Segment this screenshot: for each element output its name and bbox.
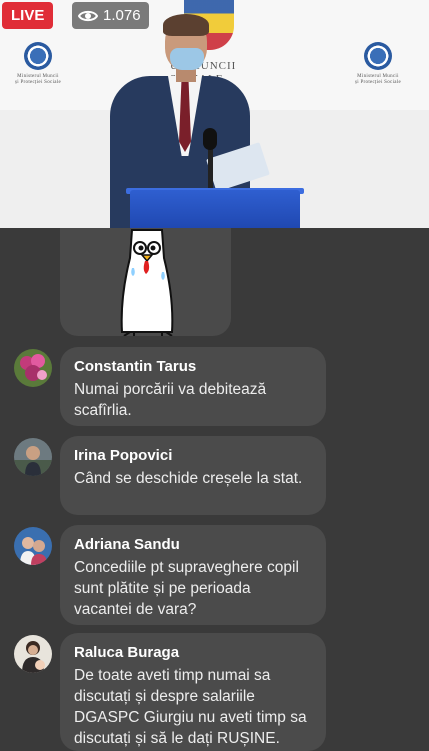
ministry-logo-left: Ministerul Muncii și Protecției Sociale [0,42,98,86]
chicken-sticker-icon [120,229,174,337]
viewer-count-badge: 1.076 [72,2,149,29]
commenter-name[interactable]: Irina Popovici [74,446,312,466]
ministry-seal-icon [364,42,392,70]
comment-text: Concediile pt supraveghere copil sunt pl… [74,559,299,618]
face-mask [170,48,204,70]
ministry-logo-left-text: Ministerul Muncii și Protecției Sociale [14,74,61,85]
comment-text: Când se deschide creșele la stat. [74,470,303,487]
avatar[interactable] [14,635,52,673]
commenter-name[interactable]: Adriana Sandu [74,535,312,555]
commenter-name[interactable]: Raluca Buraga [74,643,312,663]
comment-bubble[interactable]: Raluca Buraga De toate aveti timp numai … [60,633,326,751]
comment-bubble[interactable]: Adriana Sandu Concediile pt supraveghere… [60,525,326,625]
comment-bubble[interactable]: Constantin Tarus Numai porcării va debit… [60,347,326,426]
viewer-count: 1.076 [103,7,141,24]
avatar[interactable] [14,527,52,565]
ministry-logo-right-text: Ministerul Muncii și Protecției Sociale [354,74,401,85]
live-video[interactable]: Ministerul Muncii și Protecției Sociale … [0,0,429,228]
eye-icon [78,10,98,21]
ministry-logo-right: Ministerul Muncii și Protecției Sociale [318,42,429,86]
avatar[interactable] [14,438,52,476]
comment-bubble[interactable]: Irina Popovici Când se deschide creșele … [60,436,326,515]
podium [130,190,300,228]
avatar[interactable] [14,349,52,387]
comment-text: Numai porcării va debitează scafîrlia. [74,381,267,419]
live-chat[interactable]: Constantin Tarus Numai porcării va debit… [0,228,429,751]
ministry-seal-icon [24,42,52,70]
comment-text: De toate aveti timp numai sa discutați ș… [74,667,307,747]
microphone-icon [203,128,217,150]
commenter-name[interactable]: Constantin Tarus [74,357,312,377]
sticker-message [60,228,231,337]
live-badge: LIVE [2,2,54,29]
